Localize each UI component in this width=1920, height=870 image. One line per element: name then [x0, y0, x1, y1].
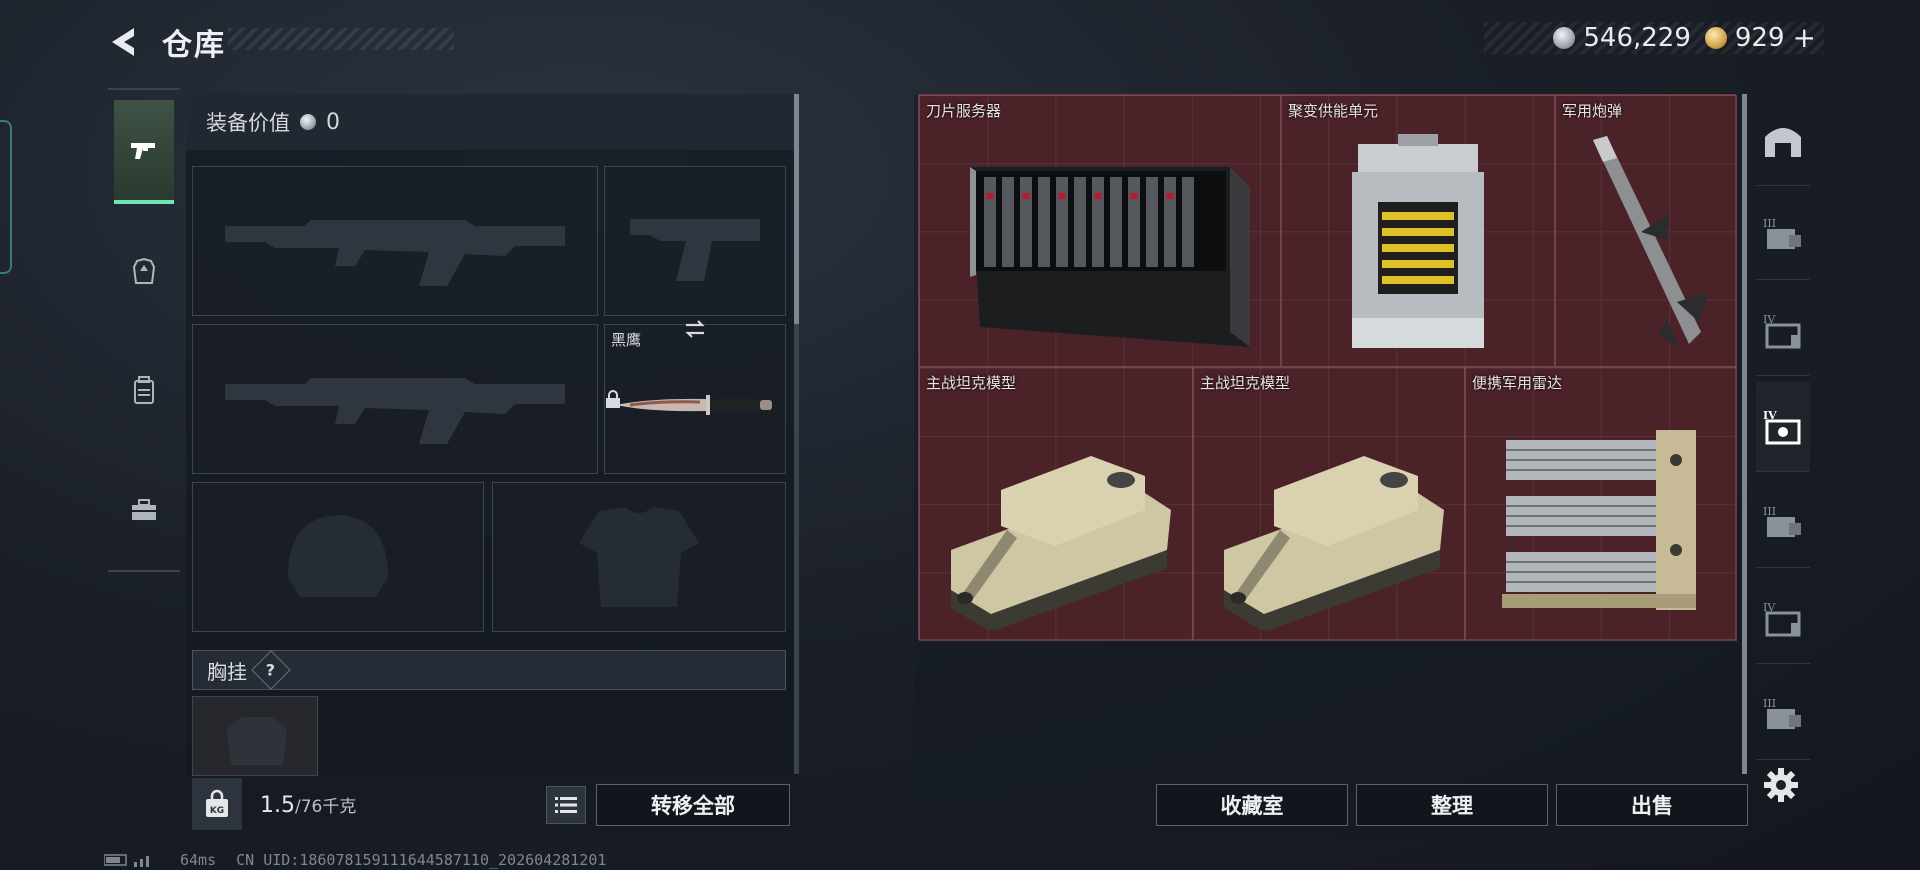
stash-scrollbar[interactable]	[1742, 94, 1747, 774]
stash-item-portable-radar[interactable]: 便携军用雷达	[1465, 367, 1737, 641]
gold-coin-icon	[1704, 27, 1727, 49]
item-label: 军用炮弹	[1562, 102, 1623, 120]
swap-icon[interactable]	[682, 317, 708, 341]
item-label: 主战坦克模型	[926, 374, 1017, 392]
rail-item-tier-3c[interactable]: III	[1756, 670, 1810, 760]
transfer-all-button[interactable]: 转移全部	[596, 784, 790, 826]
safe-box-icon: III	[1763, 217, 1801, 249]
title-decoration	[228, 28, 454, 50]
back-arrow-icon[interactable]	[104, 22, 144, 62]
weight-icon-text: KG	[210, 806, 224, 816]
helmet-silhouette-icon	[288, 515, 388, 597]
lock-icon	[606, 390, 620, 408]
collection-room-button[interactable]: 收藏室	[1156, 784, 1348, 826]
chest-rig-header: 胸挂 ?	[192, 650, 786, 690]
weight-kg-icon: KG	[206, 789, 228, 817]
weight-value: 1.5/76千克	[260, 792, 356, 818]
helmet-slot[interactable]	[192, 482, 484, 632]
silver-coin-icon	[300, 114, 316, 130]
weight-current: 1.5	[260, 793, 295, 818]
page-title: 仓库	[162, 28, 226, 63]
safe-box-icon: III	[1763, 505, 1801, 537]
silver-coin-icon	[1553, 27, 1576, 49]
pistol-icon	[131, 143, 155, 159]
item-label: 便携军用雷达	[1472, 374, 1563, 392]
rail-item-tier-3[interactable]: III	[1756, 190, 1810, 280]
rail-item-tier-4[interactable]: IV	[1756, 286, 1810, 376]
stash-item-blade-server[interactable]: 刀片服务器	[919, 95, 1281, 367]
sell-button[interactable]: 出售	[1556, 784, 1748, 826]
rifle-silhouette-icon	[225, 220, 565, 286]
stash-category-rail: III IV IV III IV III	[1752, 94, 1814, 834]
nav-item-armor[interactable]	[114, 220, 174, 324]
warehouse-icon	[1765, 127, 1801, 157]
battery-signal-icon	[104, 854, 149, 867]
left-category-nav	[108, 88, 180, 572]
stash-grid: 刀片服务器 聚变供能单元 军用炮弹 主战坦克模型 主战坦克模型 便携军用雷达	[918, 94, 1737, 641]
chest-rig-label: 胸挂	[207, 659, 247, 684]
armor-icon	[132, 257, 156, 284]
tier-label: III	[1763, 505, 1776, 518]
melee-item-name: 黑鹰	[611, 331, 642, 349]
item-label: 聚变供能单元	[1288, 102, 1379, 120]
rail-item-tier-4-active[interactable]: IV	[1756, 382, 1810, 472]
weight-max: /76千克	[295, 797, 357, 817]
tank-icon	[951, 455, 1171, 630]
radar-icon	[1502, 429, 1696, 610]
silver-currency-value: 546,229	[1583, 23, 1691, 53]
equipment-value-header: 装备价值 0	[186, 94, 794, 150]
list-view-button[interactable]	[546, 786, 586, 824]
equipment-value-label: 装备价值	[206, 111, 290, 135]
gear-icon[interactable]	[1762, 766, 1800, 804]
help-icon[interactable]: ?	[251, 650, 291, 690]
blade-server-icon	[970, 166, 1250, 347]
ping-text: 64ms	[180, 851, 217, 869]
item-label: 主战坦克模型	[1200, 374, 1291, 392]
rail-item-tier-4b[interactable]: IV	[1756, 574, 1810, 664]
stash-item-military-shell[interactable]: 军用炮弹	[1555, 95, 1737, 367]
nav-item-toolbox[interactable]	[114, 458, 174, 562]
add-currency-button[interactable]: +	[1793, 24, 1816, 52]
tank-icon	[1224, 455, 1444, 630]
container-icon: IV	[1763, 601, 1801, 636]
missile-icon	[1593, 135, 1709, 348]
body-armor-slot[interactable]	[492, 482, 786, 632]
stash-item-tank-model[interactable]: 主战坦克模型	[1193, 367, 1465, 641]
pistol-slot[interactable]	[604, 166, 786, 316]
status-bar: 64ms CN UID:186078159111644587110_202604…	[104, 850, 904, 870]
stash-item-tank-model[interactable]: 主战坦克模型	[919, 367, 1193, 641]
currency-bar: 546,229 929 +	[1484, 22, 1824, 54]
storage-case-icon: IV	[1763, 409, 1801, 444]
container-icon: IV	[1763, 313, 1801, 348]
stash-item-fusion-power-unit[interactable]: 聚变供能单元	[1281, 95, 1555, 367]
equipment-scrollbar[interactable]	[794, 94, 799, 774]
nav-item-backpack[interactable]	[114, 338, 174, 442]
list-icon	[555, 797, 577, 813]
safe-box-icon: III	[1763, 697, 1801, 729]
equipment-value: 0	[326, 109, 340, 135]
organize-button[interactable]: 整理	[1356, 784, 1548, 826]
left-edge-tab[interactable]	[0, 120, 12, 274]
backpack-icon	[134, 376, 154, 404]
nav-item-weapons[interactable]	[114, 100, 174, 204]
primary-weapon-slot[interactable]	[192, 166, 598, 316]
gold-currency-value: 929	[1734, 23, 1785, 53]
knife-icon	[616, 394, 772, 415]
item-label: 刀片服务器	[926, 102, 1002, 120]
tier-label: III	[1763, 217, 1776, 230]
rail-item-tier-3b[interactable]: III	[1756, 478, 1810, 568]
toolbox-icon	[132, 499, 156, 520]
fusion-unit-icon	[1352, 133, 1484, 348]
weight-lock-button[interactable]: KG	[192, 778, 242, 830]
pistol-silhouette-icon	[630, 219, 760, 281]
secondary-weapon-slot[interactable]	[192, 324, 598, 474]
chest-rig-slot[interactable]	[192, 696, 318, 776]
chest-rig-silhouette-icon	[227, 717, 287, 765]
tier-label: III	[1763, 697, 1776, 710]
armor-silhouette-icon	[579, 507, 699, 607]
rail-item-all[interactable]	[1756, 96, 1810, 186]
melee-slot[interactable]: 黑鹰	[604, 320, 786, 474]
rifle-silhouette-icon	[225, 378, 565, 444]
uid-text: CN UID:186078159111644587110_20260428120…	[236, 851, 607, 869]
